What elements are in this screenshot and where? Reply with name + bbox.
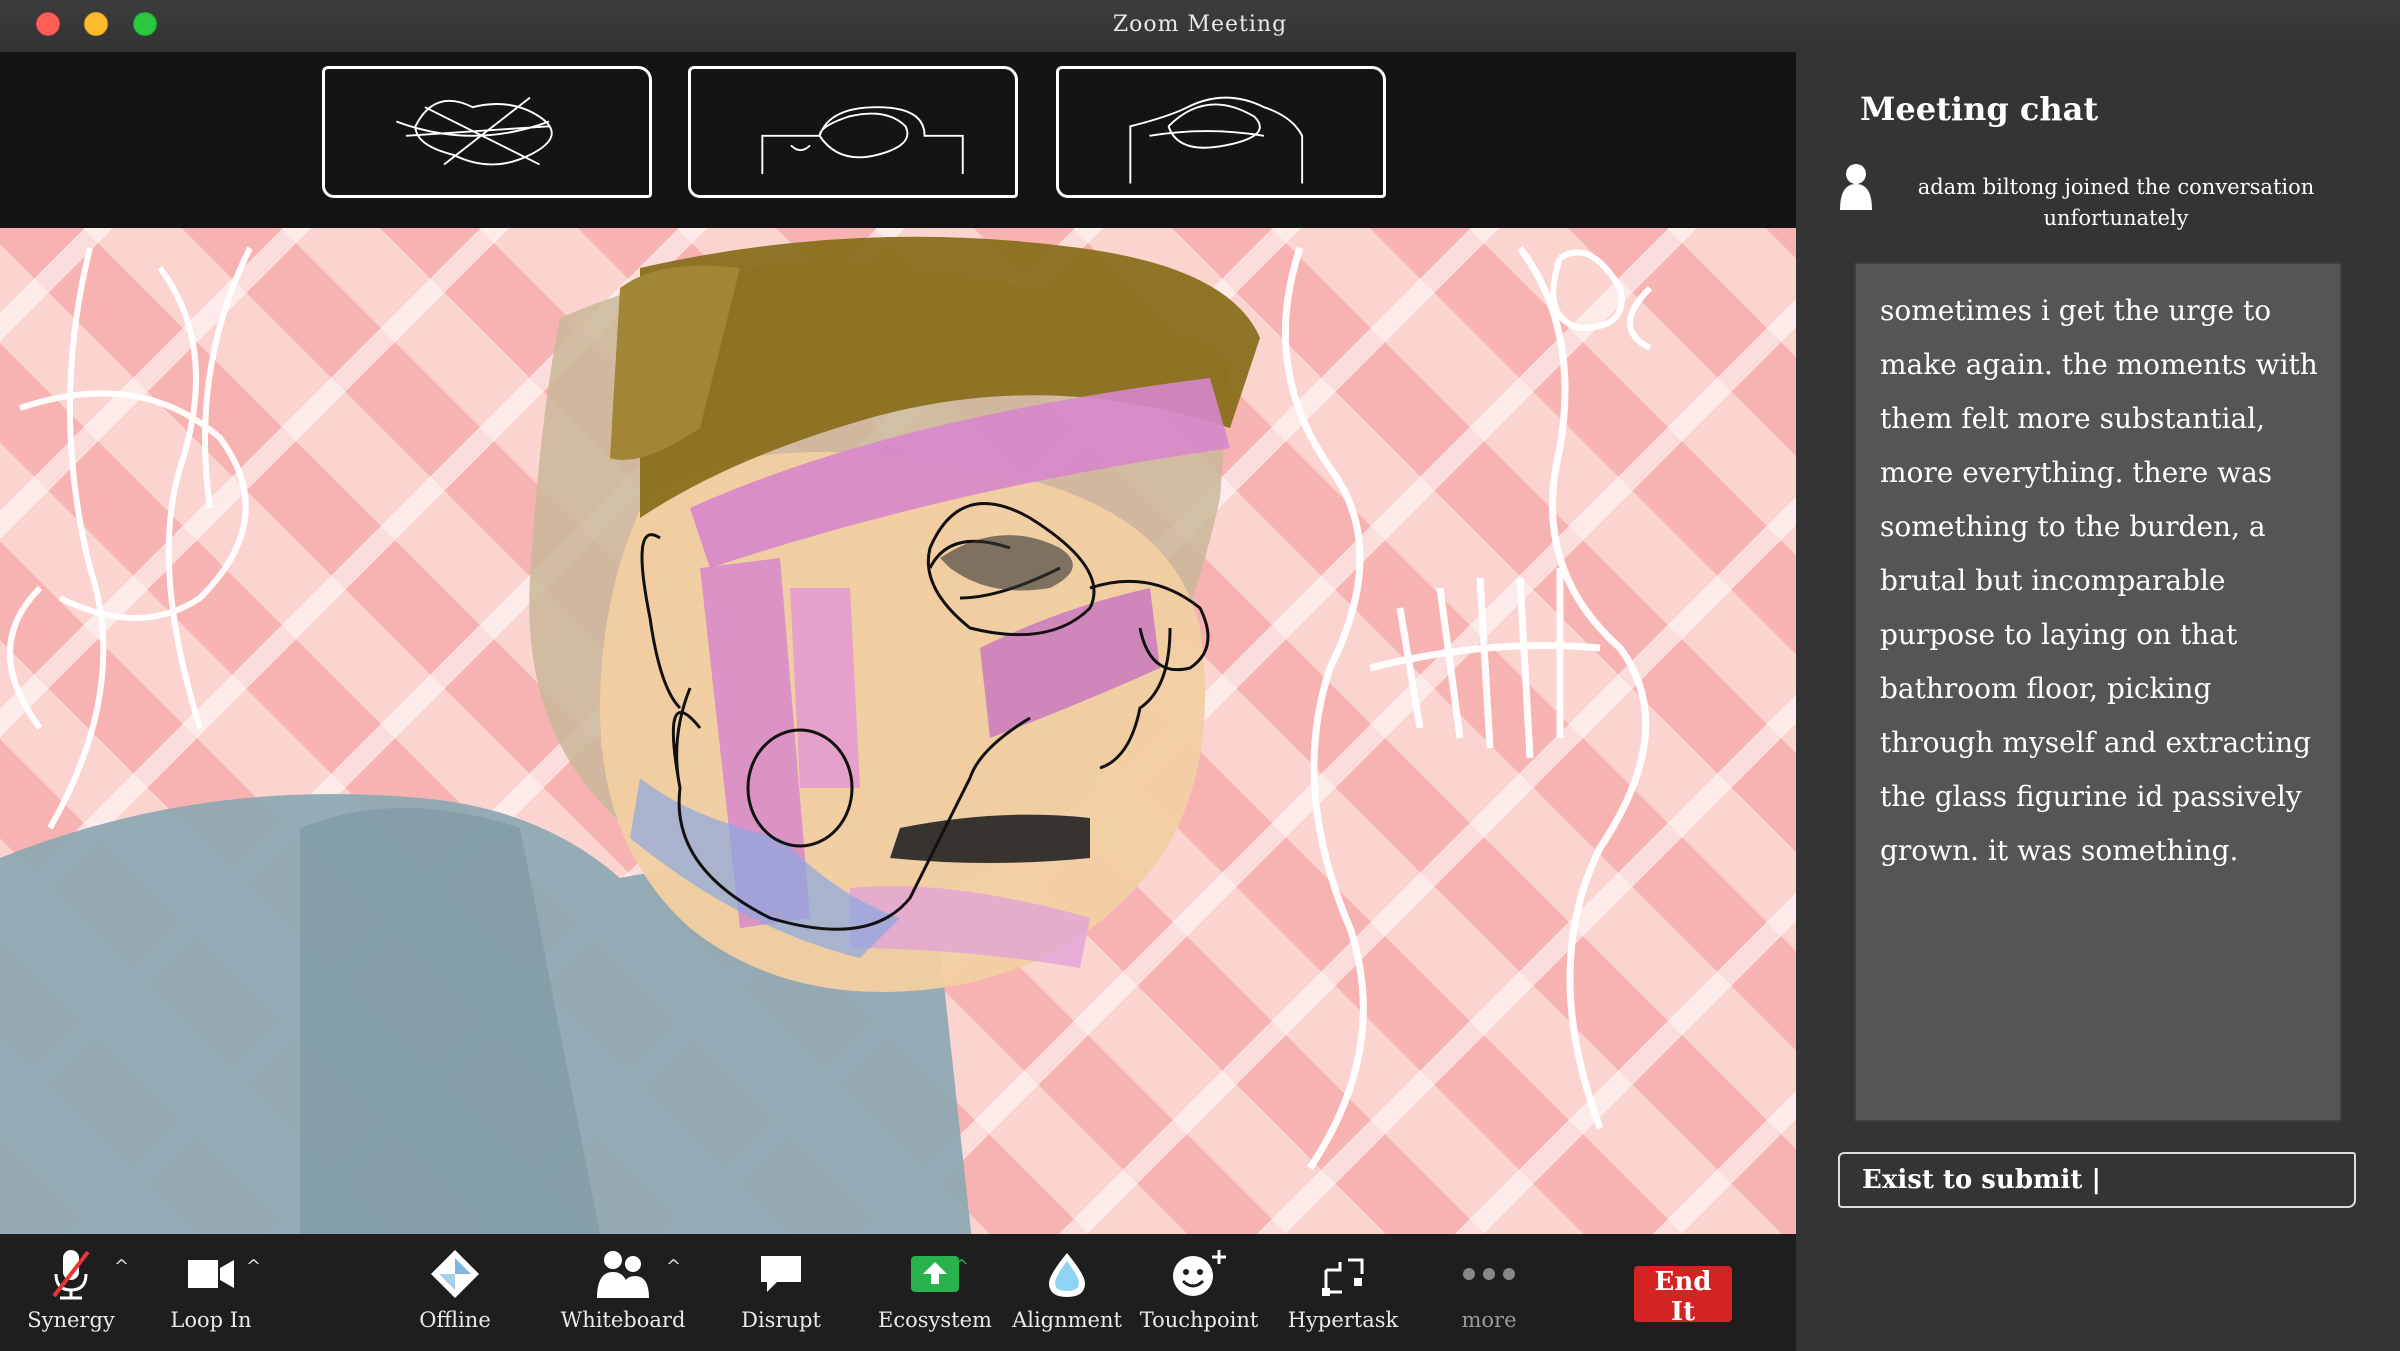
chat-message-text: sometimes i get the urge to make again. … bbox=[1880, 294, 2318, 867]
chat-message: sometimes i get the urge to make again. … bbox=[1854, 262, 2342, 1122]
ecosystem-label: Ecosystem bbox=[878, 1308, 992, 1332]
more-label: more bbox=[1461, 1308, 1517, 1332]
participant-gallery bbox=[0, 52, 1796, 228]
participant-thumbnail[interactable] bbox=[322, 66, 652, 198]
person-icon bbox=[1840, 164, 1872, 210]
chat-input[interactable] bbox=[1838, 1152, 2356, 1208]
scribble-avatar-icon bbox=[395, 96, 553, 166]
more-button[interactable]: more bbox=[1424, 1246, 1554, 1332]
scribble-avatar-icon bbox=[1129, 96, 1304, 184]
ecosystem-options-caret[interactable]: ^ bbox=[954, 1256, 969, 1277]
chat-bubble-icon bbox=[761, 1256, 801, 1292]
participant-thumbnail[interactable] bbox=[1056, 66, 1386, 198]
hypertask-label: Hypertask bbox=[1287, 1308, 1399, 1332]
participant-thumbnail[interactable] bbox=[688, 66, 1018, 198]
disrupt-button[interactable]: Disrupt bbox=[716, 1246, 846, 1332]
synergy-label: Synergy bbox=[27, 1308, 115, 1332]
ellipsis-icon bbox=[1463, 1268, 1515, 1280]
whiteboard-options-caret[interactable]: ^ bbox=[666, 1256, 681, 1277]
participants-icon bbox=[597, 1251, 649, 1298]
chat-title: Meeting chat bbox=[1860, 90, 2099, 128]
meeting-toolbar: Synergy ^ Loop In ^ Offline Whiteboard ^… bbox=[0, 1234, 1796, 1351]
smiley-plus-icon bbox=[1173, 1250, 1226, 1296]
loop-in-options-caret[interactable]: ^ bbox=[246, 1256, 261, 1277]
hypertask-button[interactable]: Hypertask bbox=[1278, 1246, 1408, 1332]
microphone-muted-icon bbox=[52, 1250, 90, 1300]
alignment-button[interactable]: Alignment bbox=[1002, 1246, 1132, 1332]
disrupt-label: Disrupt bbox=[741, 1308, 821, 1332]
alignment-label: Alignment bbox=[1012, 1308, 1122, 1332]
active-speaker-video bbox=[0, 228, 1796, 1234]
offline-button[interactable]: Offline bbox=[390, 1246, 520, 1332]
scribble-avatar-icon bbox=[761, 106, 964, 174]
share-diamond-icon bbox=[431, 1250, 479, 1298]
chat-panel: Meeting chat adam biltong joined the con… bbox=[1796, 52, 2400, 1351]
ecosystem-button[interactable]: Ecosystem bbox=[870, 1246, 1000, 1332]
whiteboard-label: Whiteboard bbox=[560, 1308, 686, 1332]
join-message-line: adam biltong joined the conversation bbox=[1917, 175, 2315, 199]
painted-portrait bbox=[0, 236, 1653, 1234]
loop-in-label: Loop In bbox=[170, 1308, 252, 1332]
touchpoint-button[interactable]: Touchpoint bbox=[1134, 1246, 1264, 1332]
title-bar: Zoom Meeting bbox=[0, 0, 2400, 53]
synergy-options-caret[interactable]: ^ bbox=[114, 1256, 129, 1277]
apps-icon bbox=[1322, 1258, 1364, 1296]
offline-label: Offline bbox=[419, 1308, 491, 1332]
join-message-line: unfortunately bbox=[2043, 206, 2189, 230]
window-title: Zoom Meeting bbox=[1112, 12, 1288, 37]
video-camera-icon bbox=[188, 1260, 234, 1288]
end-meeting-button[interactable]: End It bbox=[1634, 1266, 1732, 1327]
drop-icon bbox=[1049, 1253, 1085, 1297]
touchpoint-label: Touchpoint bbox=[1139, 1308, 1259, 1332]
